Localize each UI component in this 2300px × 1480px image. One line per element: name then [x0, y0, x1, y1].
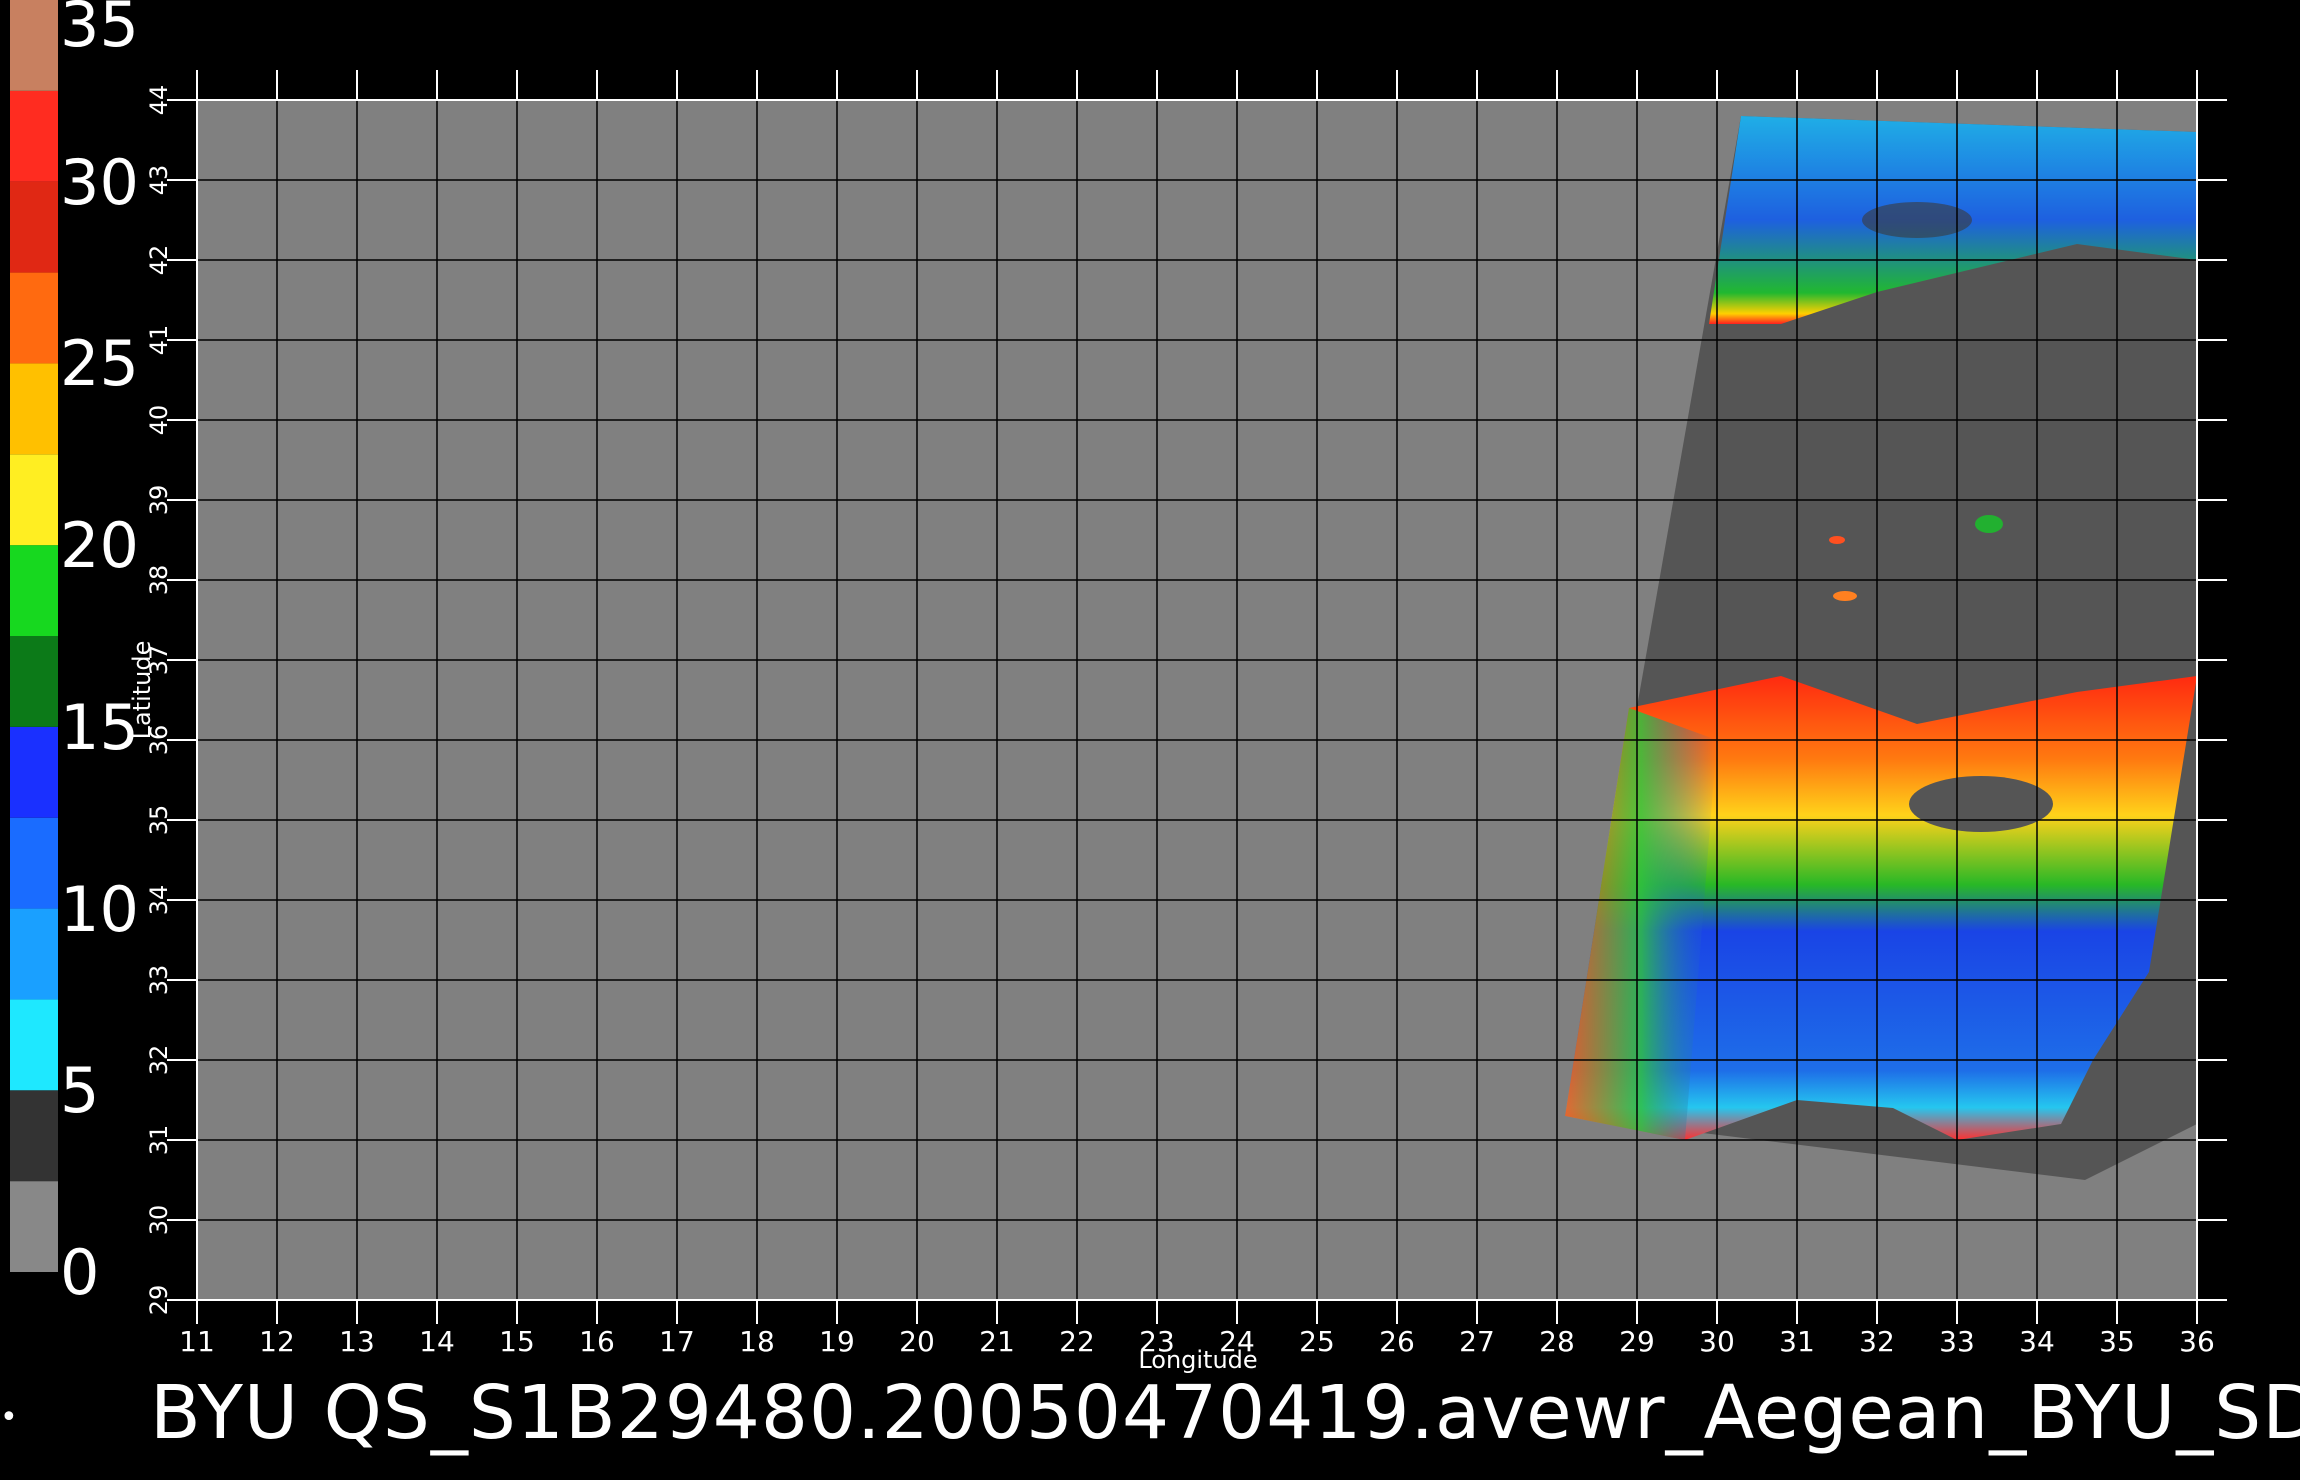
- colorbar-tick-label: 5: [60, 1054, 100, 1128]
- y-tick-label: 29: [145, 1285, 173, 1316]
- y-tick-label: 39: [145, 485, 173, 516]
- colorbar-tick-label: 15: [60, 690, 139, 764]
- x-tick-label: 34: [2019, 1325, 2055, 1358]
- colorbar-band: [10, 999, 58, 1091]
- colorbar-tick-label: 0: [60, 1236, 100, 1309]
- x-tick-label: 28: [1539, 1325, 1575, 1358]
- y-tick-label: 44: [145, 85, 173, 116]
- colorbar-tick-label: 35: [60, 0, 139, 61]
- y-tick-label: 33: [145, 965, 173, 996]
- x-tick-label: 17: [659, 1325, 695, 1358]
- colorbar-band: [10, 1090, 58, 1182]
- y-tick-label: 30: [145, 1205, 173, 1236]
- x-tick-label: 21: [979, 1325, 1015, 1358]
- colorbar-band: [10, 181, 58, 273]
- x-tick-label: 29: [1619, 1325, 1655, 1358]
- x-tick-label: 22: [1059, 1325, 1095, 1358]
- colorbar-tick-label: 30: [60, 145, 139, 219]
- colorbar-band: [10, 454, 58, 546]
- lake-feature-small: [1829, 536, 1845, 544]
- y-tick-label: 42: [145, 245, 173, 276]
- colorbar-band: [10, 1181, 58, 1272]
- x-tick-label: 32: [1859, 1325, 1895, 1358]
- y-tick-label: 40: [145, 405, 173, 436]
- x-tick-label: 25: [1299, 1325, 1335, 1358]
- colorbar-band: [10, 272, 58, 364]
- island-cyprus: [1909, 776, 2053, 832]
- colorbar-band: [10, 90, 58, 182]
- wind-map: 11 12 13 14 15 16 17 18 19 20 21 22 23 24 25 26 27 28 29 30…: [10, 0, 2227, 1374]
- y-tick-label: 38: [145, 565, 173, 596]
- low-wind-patch: [1862, 202, 1972, 238]
- lake-feature-small: [1833, 591, 1857, 601]
- x-tick-label: 31: [1779, 1325, 1815, 1358]
- colorbar-tick-label: 25: [60, 327, 139, 401]
- x-tick-label: 36: [2179, 1325, 2215, 1358]
- x-tick-label: 15: [499, 1325, 535, 1358]
- colorbar-band: [10, 545, 58, 636]
- y-tick-label: 41: [145, 325, 173, 356]
- x-tick-label: 20: [899, 1325, 935, 1358]
- x-tick-label: 18: [739, 1325, 775, 1358]
- y-tick-label: 31: [145, 1125, 173, 1156]
- x-tick-label: 26: [1379, 1325, 1415, 1358]
- colorbar-tick-label: 10: [60, 872, 139, 946]
- x-tick-label: 12: [259, 1325, 295, 1358]
- lake-feature: [1975, 515, 2003, 533]
- y-tick-label: 34: [145, 885, 173, 916]
- y-tick-label: 35: [145, 805, 173, 836]
- map-caption: BYU QS_S1B29480.20050470419.avewr_Aegean…: [150, 1370, 2300, 1456]
- x-tick-label: 11: [179, 1325, 215, 1358]
- x-tick-label: 27: [1459, 1325, 1495, 1358]
- x-tick-label: 33: [1939, 1325, 1975, 1358]
- colorbar-band: [10, 363, 58, 455]
- colorbar-band: [10, 908, 58, 1000]
- colorbar-band: [10, 817, 58, 909]
- caption-bullet: •: [0, 1400, 18, 1435]
- x-tick-label: 16: [579, 1325, 615, 1358]
- x-tick-label: 13: [339, 1325, 375, 1358]
- map-figure: 11 12 13 14 15 16 17 18 19 20 21 22 23 24 25 26 27 28 29 30…: [0, 0, 2300, 1480]
- x-tick-label: 30: [1699, 1325, 1735, 1358]
- colorbar-tick-label: 20: [60, 509, 139, 583]
- x-tick-label: 35: [2099, 1325, 2135, 1358]
- y-tick-label: 43: [145, 165, 173, 196]
- colorbar-band: [10, 636, 58, 727]
- x-tick-label: 19: [819, 1325, 855, 1358]
- colorbar-band: [10, 0, 58, 91]
- colorbar-band: [10, 726, 58, 818]
- x-tick-label: 14: [419, 1325, 455, 1358]
- y-tick-label: 32: [145, 1045, 173, 1076]
